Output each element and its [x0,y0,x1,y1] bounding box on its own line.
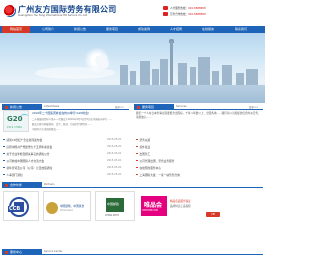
nav-item-home[interactable]: 网站首页 [2,26,30,33]
bullet-icon [3,152,5,155]
bullet-icon [136,166,138,169]
services-more-link[interactable]: 更多>> [249,105,258,109]
service-item-title: 境外就业 [139,145,151,149]
partner-sub: China Gold [60,209,73,212]
bullet-icon [136,145,138,148]
news-item-title: 庆祝中国共产党建党九十五周年座谈会 [6,145,53,149]
nav-item-jobs[interactable]: 人才招聘 [162,26,190,33]
news-item-title: 关于企业年检及相关事宜的通知公告 [6,152,50,156]
canton-tower [170,41,173,89]
hotline-2-label: 劳务合作热线： [170,13,189,16]
services-section-subtitle: Services [176,105,187,108]
news-item-date: 2015-05-01 [107,173,122,176]
gold-logo-icon [46,202,58,214]
bullet-icon [3,166,5,169]
partners-divider [2,187,263,188]
g20-thumbnail[interactable]: G20 2016 CHINA [3,110,29,132]
news-item-date: 2015-05-01 [107,166,122,169]
service-item-title: 上海国际大厦：一家一块劳务咨询 [139,173,180,177]
nav-item-cases[interactable]: 成功案例 [130,26,158,33]
service-list-item[interactable]: 上海国际大厦：一家一块劳务咨询 [136,173,180,179]
news-item-title: 人事部门通知 [6,173,23,177]
bullet-icon [3,138,5,141]
bullet-icon [3,173,5,176]
news-item-date: 2015-05-01 [107,138,122,141]
company-name-en: Guangzhou You Fang International HR Serv… [18,14,88,17]
partner-tile-gold[interactable]: 中国建筑、中国黄金 China Gold [43,191,91,221]
service-list-item[interactable]: 境外就业 [136,145,150,151]
vip-logo-text: 唯品会 [144,202,163,209]
nav-item-services[interactable]: 服务项目 [98,26,126,33]
news-list-item[interactable]: 感恩21世纪广企业新闻发布会 [3,138,42,144]
featured-news-title[interactable]: 2016年二十国集团峰会在杭州举行(G20峰会) [32,111,132,115]
service-item-title: 劳务派遣 [139,138,151,142]
partner-name: 中国邮政 [107,202,120,206]
services-divider [134,109,263,110]
hotline-1-number: 020-8888888 [188,7,206,10]
g20-subtitle: 2016 CHINA [7,126,23,129]
nav-item-news[interactable]: 新闻公告 [66,26,94,33]
service-item-title: 在线预约服务中心 [139,166,162,170]
news-list-item[interactable]: 公司参加中国国际人才交流大会 [3,159,44,165]
news-list-item[interactable]: 新年贺词及公司（公司）元旦放假通知 [3,166,52,172]
news-item-title: 感恩21世纪广企业新闻发布会 [6,138,43,142]
hotline-2: 劳务合作热线：020-8888888 [170,12,206,16]
news-list-item[interactable]: 关于企业年检及相关事宜的通知公告 [3,152,50,158]
partner-tile-vip[interactable]: 唯品会 VIPSHOP.COM 精品名品服务保证 品牌特卖正品保障 [139,191,197,221]
news-list-item[interactable]: 人事部门通知 [3,173,23,179]
news-list-item[interactable]: 庆祝中国共产党建党九十五周年座谈会 [3,145,52,151]
news-item-date: 2015-05-01 [107,159,122,162]
service-list-item[interactable]: 出国务工 [136,152,150,158]
vip-logo-sub: VIPSHOP.COM [142,209,158,212]
bullet-icon [136,152,138,155]
featured-news-desc: 二十国集团领导人第十一次峰会于2016年9月4日至5日在中国杭州举行…… [32,118,112,121]
nav-item-contact[interactable]: 联系我们 [226,26,256,33]
bullet-icon [136,138,138,141]
service-center-divider [2,254,263,255]
services-intro: 我们一个人在日本务事业需要能力出国好，十年八年要以上，全国各地……我们可以为您提… [136,112,261,119]
featured-news-desc-3: 中国作为主席国的峰会…… [32,128,61,131]
news-more-link[interactable]: 更多>> [115,105,124,109]
nav-item-message[interactable]: 在线留言 [194,26,222,33]
bullet-icon [3,145,5,148]
partner-name: 中国建筑、中国黄金 [60,204,85,208]
service-item-title: 公司代理出国、劳务业务服务 [139,159,175,163]
site-header: 广州友方国际劳务有限公司 Guangzhou You Fang Internat… [0,0,265,25]
partner-tile-post[interactable]: 中国邮政 CHINA POST [95,191,135,221]
bullet-icon [3,159,5,162]
company-logo[interactable] [4,5,16,17]
vip-caption-2: 品牌特卖正品保障 [170,205,191,208]
news-section-subtitle: Latest News [44,105,60,108]
nav-item-about[interactable]: 公司简介 [34,26,62,33]
phone-icon [163,12,168,16]
news-item-date: 2015-05-01 [107,152,122,155]
partner-tile-ccb[interactable]: CCB [3,191,39,221]
bullet-icon [136,159,138,162]
hero-banner[interactable] [0,33,265,103]
service-list-item[interactable]: 劳务派遣 [136,138,150,144]
news-item-title: 新年贺词及公司（公司）元旦放假通知 [6,166,53,170]
partners-section-subtitle: Partners [44,183,55,186]
phone-icon [163,6,168,10]
ccb-logo-text: CCB [8,206,22,212]
featured-news-desc-2: 峰会主题为构建创新、活力、联动、包容的世界经济…… [32,123,92,126]
bullet-icon [136,173,138,176]
g20-wave-icon [20,114,28,120]
hotline-1-label: 人才服务热线： [170,7,189,10]
service-center-subtitle: Service Center [44,250,63,253]
vip-caption: 精品名品服务保证 [170,200,191,203]
service-item-title: 出国务工 [139,152,151,156]
banner-water [0,85,265,103]
service-list-item[interactable]: 公司代理出国、劳务业务服务 [136,159,174,165]
hotline-2-number: 020-8888888 [188,13,206,16]
main-nav: 网站首页 公司简介 新闻公告 服务项目 成功案例 人才招聘 在线留言 联系我们 [0,26,265,33]
hotline-1: 人才服务热线：020-8888888 [170,6,206,10]
news-item-date: 2015-05-01 [107,145,122,148]
partner-sub: CHINA POST [105,214,120,217]
service-list-item[interactable]: 在线预约服务中心 [136,166,161,172]
news-item-title: 公司参加中国国际人才交流大会 [6,159,45,163]
vip-button[interactable]: VIP [206,212,220,217]
